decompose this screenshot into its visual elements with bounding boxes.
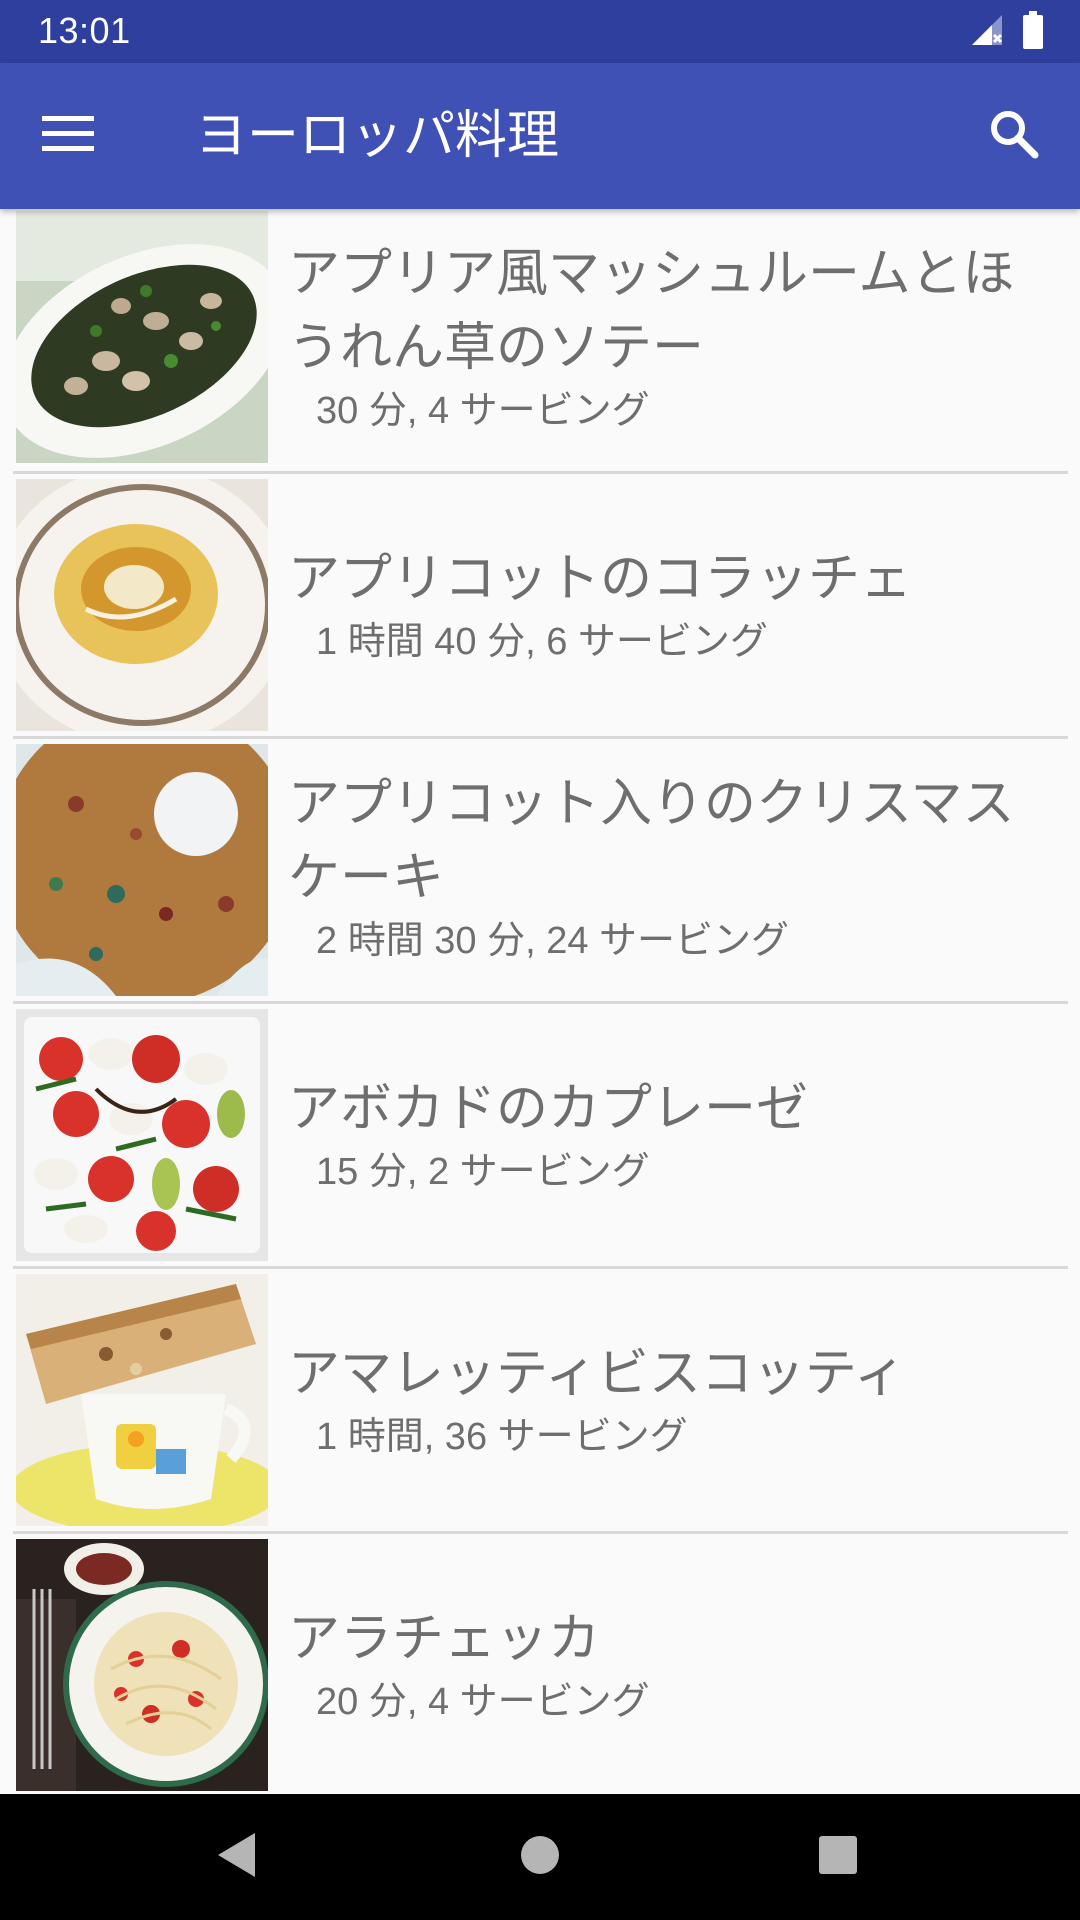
recipe-meta: 15 分, 2 サービング [316, 1151, 650, 1193]
recipe-list-item[interactable]: アプリコット入りのクリスマスケーキ 2 時間 30 分, 24 サービング [0, 739, 1080, 1004]
recipe-text: アプリコット入りのクリスマスケーキ 2 時間 30 分, 24 サービング [288, 749, 1050, 984]
recipe-thumbnail [16, 479, 268, 731]
app-bar: ヨーロッパ料理 [0, 63, 1080, 209]
status-icons [970, 11, 1044, 53]
recipe-meta: 30 分, 4 サービング [316, 389, 650, 432]
screen: 13:01 ヨーロッパ料理 アプリア風マッシュルームとほうれん草のソテー 30 … [0, 0, 1080, 1920]
recipe-meta: 1 時間 40 分, 6 サービング [316, 621, 768, 663]
recipe-text: アボカドのカプレーゼ 15 分, 2 サービング [288, 1004, 1050, 1266]
recents-icon [817, 1834, 859, 1880]
menu-icon [42, 114, 94, 158]
recipe-meta: 2 時間 30 分, 24 サービング [316, 919, 790, 962]
status-bar: 13:01 [0, 0, 1080, 63]
recipe-name: アプリコット入りのクリスマスケーキ [288, 773, 1015, 908]
recipe-meta: 1 時間, 36 サービング [316, 1416, 688, 1458]
recipe-thumbnail [16, 1539, 268, 1791]
home-icon [519, 1834, 561, 1880]
recipe-text: アラチェッカ 20 分, 4 サービング [288, 1534, 1050, 1794]
status-time: 13:01 [38, 10, 131, 51]
recipe-list-item[interactable]: アマレッティビスコッティ 1 時間, 36 サービング [0, 1269, 1080, 1534]
search-icon [989, 109, 1039, 163]
recipe-thumbnail [16, 744, 268, 996]
recents-button[interactable] [803, 1822, 873, 1892]
recipe-name: アマレッティビスコッティ [288, 1344, 906, 1404]
page-title: ヨーロッパ料理 [195, 106, 560, 166]
battery-full-icon [1022, 11, 1044, 53]
recipe-name: アプリア風マッシュルームとほうれん草のソテー [288, 243, 1015, 378]
recipe-meta: 20 分, 4 サービング [316, 1681, 650, 1723]
recipe-name: アラチェッカ [288, 1609, 601, 1669]
menu-button[interactable] [30, 98, 106, 174]
recipe-name: アプリコットのコラッチェ [288, 549, 913, 609]
cell-signal-no-data-icon [970, 13, 1004, 51]
recipe-thumbnail [16, 211, 268, 463]
home-button[interactable] [505, 1822, 575, 1892]
recipe-text: アマレッティビスコッティ 1 時間, 36 サービング [288, 1269, 1050, 1531]
recipe-list-item[interactable]: アラチェッカ 20 分, 4 サービング [0, 1534, 1080, 1794]
recipe-list-item[interactable]: アボカドのカプレーゼ 15 分, 2 サービング [0, 1004, 1080, 1269]
recipe-list-item[interactable]: アプリコットのコラッチェ 1 時間 40 分, 6 サービング [0, 474, 1080, 739]
recipe-name: アボカドのカプレーゼ [288, 1079, 809, 1139]
search-button[interactable] [976, 98, 1052, 174]
back-icon [215, 1831, 259, 1883]
navigation-bar [0, 1794, 1080, 1920]
recipe-list[interactable]: アプリア風マッシュルームとほうれん草のソテー 30 分, 4 サービング アプリ… [0, 209, 1080, 1794]
recipe-list-item[interactable]: アプリア風マッシュルームとほうれん草のソテー 30 分, 4 サービング [0, 209, 1080, 474]
recipe-thumbnail [16, 1274, 268, 1526]
recipe-text: アプリコットのコラッチェ 1 時間 40 分, 6 サービング [288, 474, 1050, 736]
recipe-text: アプリア風マッシュルームとほうれん草のソテー 30 分, 4 サービング [288, 219, 1050, 454]
back-button[interactable] [202, 1822, 272, 1892]
recipe-thumbnail [16, 1009, 268, 1261]
